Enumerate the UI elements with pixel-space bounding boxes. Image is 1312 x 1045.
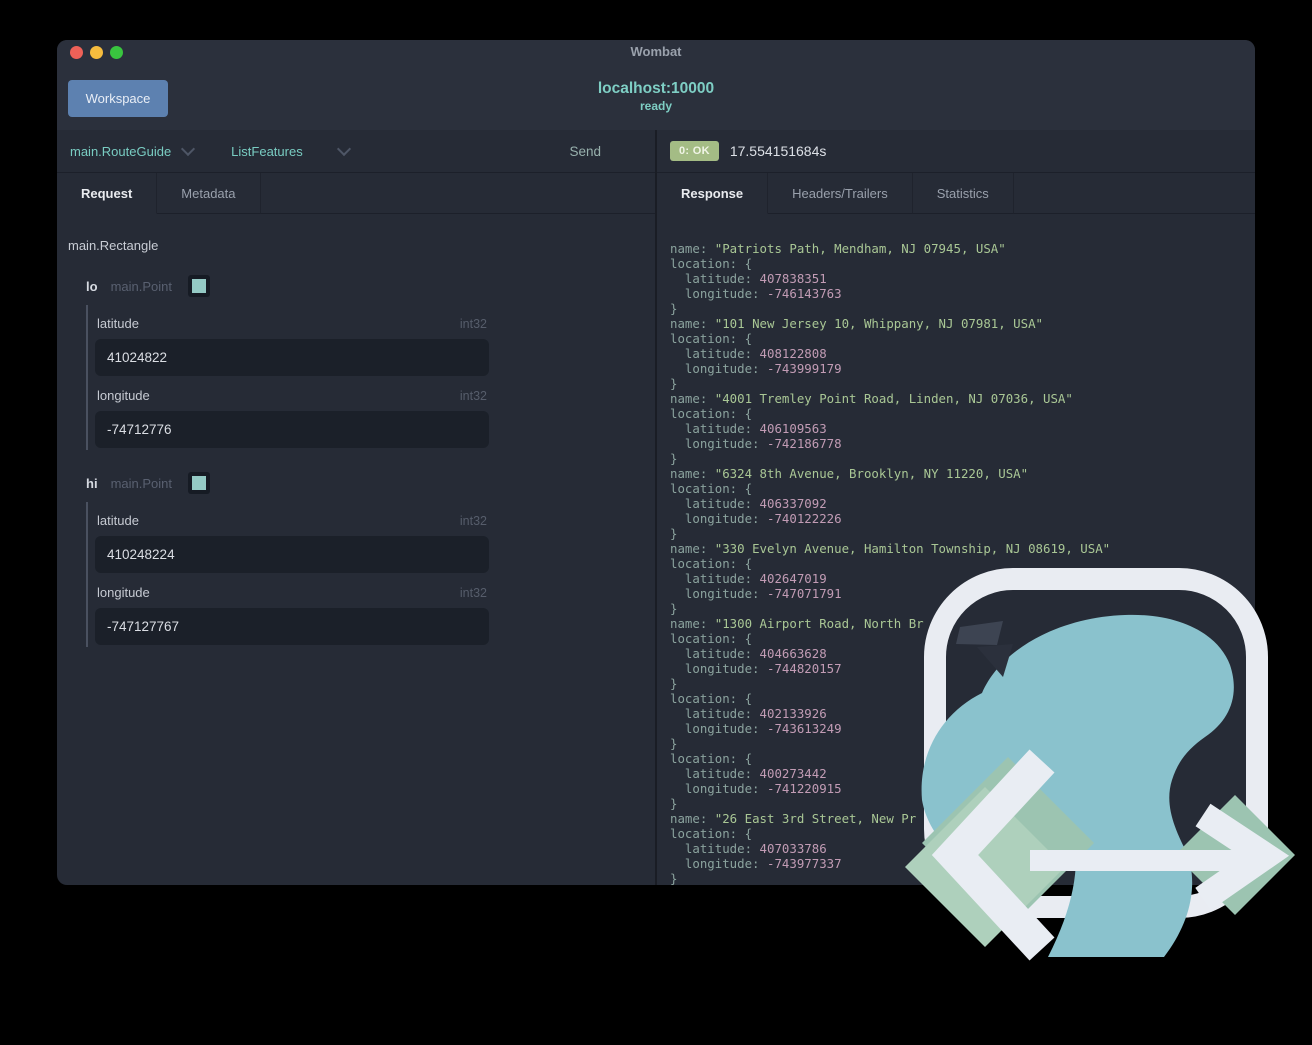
request-duration: 17.554151684s: [729, 143, 827, 159]
tab-request[interactable]: Request: [57, 173, 158, 214]
response-line: longitude: -740122226: [670, 511, 842, 526]
longitude-label: longitude: [97, 388, 150, 403]
field-group-body: latitude int32 longitude int32: [86, 502, 489, 647]
latitude-label: latitude: [97, 513, 139, 528]
message-type-label: main.Rectangle: [68, 238, 159, 253]
tab-response[interactable]: Response: [657, 173, 769, 214]
form-row: latitude int32: [95, 316, 489, 376]
response-line: latitude: 408122808: [670, 346, 827, 361]
field-checkbox[interactable]: [187, 472, 210, 494]
tab-statistics[interactable]: Statistics: [912, 173, 1014, 214]
response-line: latitude: 407838351: [670, 271, 827, 286]
field-name-label: hi: [86, 475, 98, 491]
connection-status: localhost:10000 ready: [57, 80, 1255, 114]
field-name-label: lo: [86, 278, 98, 294]
response-line: name: "101 New Jersey 10, Whippany, NJ 0…: [670, 316, 1043, 331]
latitude-input[interactable]: [95, 536, 489, 573]
form-row: longitude int32: [95, 585, 489, 645]
response-line: location: {: [670, 481, 753, 496]
window-header: Wombat Workspace localhost:10000 ready: [57, 40, 1255, 130]
field-group-hi: hi main.Point latitude int32 410248224 l…: [57, 472, 655, 647]
response-line: longitude: -742186778: [670, 436, 842, 451]
type-badge: int32: [459, 586, 487, 600]
latitude-label: latitude: [97, 316, 139, 331]
tabbar-filler: [1013, 173, 1255, 214]
chevron-down-icon[interactable]: [336, 141, 351, 157]
tab-headers-trailers[interactable]: Headers/Trailers: [768, 173, 913, 214]
response-line: latitude: 406109563: [670, 421, 827, 436]
request-panel: main.RouteGuide ListFeatures Send Reques…: [57, 130, 655, 885]
tabbar-filler: [260, 173, 655, 214]
field-type-label: main.Point: [110, 475, 172, 491]
response-line: name: "4001 Tremley Point Road, Linden, …: [670, 391, 1073, 406]
response-line: }: [670, 376, 678, 391]
checkbox-fill: [191, 279, 206, 293]
service-select[interactable]: main.RouteGuide: [70, 144, 171, 159]
checkbox-fill: [191, 476, 206, 490]
response-line: }: [670, 526, 678, 541]
response-line: }: [670, 301, 678, 316]
desktop: { "window": { "title": "Wombat" }, "head…: [0, 0, 1312, 961]
response-line: longitude: -743999179: [670, 361, 842, 376]
field-group-header: lo main.Point: [86, 275, 655, 297]
wombat-ear-shadow: [956, 621, 1003, 645]
field-group-header: hi main.Point: [86, 472, 655, 494]
response-toolbar: 0: OK 17.554151684s: [657, 130, 1255, 173]
type-badge: int32: [459, 317, 487, 331]
response-line: name: "6324 8th Avenue, Brooklyn, NY 112…: [670, 466, 1029, 481]
method-select[interactable]: ListFeatures: [231, 144, 303, 159]
response-line: name: "Patriots Path, Mendham, NJ 07945,…: [670, 241, 1006, 256]
response-line: }: [670, 451, 678, 466]
longitude-input[interactable]: [95, 411, 489, 448]
longitude-input[interactable]: [95, 608, 489, 645]
response-line: longitude: -746143763: [670, 286, 842, 301]
window-title: Wombat: [630, 44, 682, 59]
status-badge: 0: OK: [670, 141, 719, 161]
response-line: name: "330 Evelyn Avenue, Hamilton Towns…: [670, 541, 1111, 556]
request-tabbar: Request Metadata: [57, 173, 655, 214]
field-checkbox[interactable]: [187, 275, 210, 297]
wombat-logo: [905, 568, 1295, 961]
arrow-shaft: [1030, 850, 1255, 871]
form-row: longitude int32: [95, 388, 489, 448]
longitude-label: longitude: [97, 585, 150, 600]
field-group-lo: lo main.Point latitude int32 41024822 lo…: [57, 275, 655, 450]
chevron-down-icon[interactable]: [181, 141, 196, 157]
latitude-input[interactable]: [95, 339, 489, 376]
send-button[interactable]: Send: [563, 143, 607, 160]
response-line: location: {: [670, 256, 753, 271]
type-badge: int32: [459, 514, 487, 528]
request-form: main.Rectangle lo main.Point latitude in…: [57, 214, 655, 885]
response-line: location: {: [670, 331, 753, 346]
connection-state: ready: [639, 98, 673, 113]
response-line: latitude: 406337092: [670, 496, 827, 511]
tab-metadata[interactable]: Metadata: [157, 173, 261, 214]
form-row: latitude int32: [95, 513, 489, 573]
request-toolbar: main.RouteGuide ListFeatures Send: [57, 130, 655, 173]
response-line: location: {: [670, 406, 753, 421]
response-tabbar: Response Headers/Trailers Statistics: [657, 173, 1255, 214]
field-type-label: main.Point: [110, 278, 172, 294]
type-badge: int32: [459, 389, 487, 403]
server-address: localhost:10000: [597, 80, 715, 97]
field-group-body: latitude int32 longitude int32: [86, 305, 489, 450]
